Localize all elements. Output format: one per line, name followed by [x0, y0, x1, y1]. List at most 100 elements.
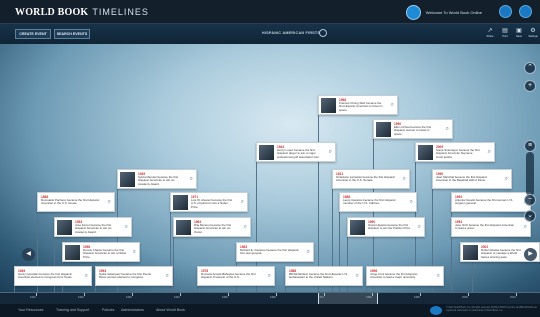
zoom-icon[interactable]: ⌕: [356, 273, 359, 279]
zoom-icon[interactable]: ⌕: [505, 176, 508, 182]
zoom-slider[interactable]: [526, 152, 534, 196]
scroll-down-button[interactable]: ⌄: [524, 210, 536, 222]
event-card[interactable]: 1888 Romualdo Pacheco became the first H…: [37, 192, 115, 212]
event-card[interactable]: 1990 Ellen Ochoa became the first Hispan…: [373, 119, 453, 139]
zoom-icon[interactable]: ⌕: [268, 273, 271, 279]
zoom-out-button[interactable]: −: [524, 194, 536, 206]
event-text: Nydia Velazquez became the first Puerto …: [99, 272, 152, 280]
zoom-icon[interactable]: ⌕: [244, 224, 247, 230]
share-label: Share: [486, 35, 494, 38]
axis-label: 1920: [78, 296, 84, 299]
settings-button[interactable]: ⚙ Settings: [526, 28, 540, 42]
zoom-icon[interactable]: ⌕: [85, 273, 88, 279]
event-thumbnail: [418, 145, 433, 160]
zoom-icon[interactable]: ⌕: [410, 199, 413, 205]
user-area[interactable]: Welcome To World Book Online: [405, 4, 482, 20]
scroll-up-button[interactable]: ⌃: [524, 62, 536, 74]
share-button[interactable]: ↗ Share: [483, 28, 497, 42]
zoom-icon[interactable]: ⌕: [488, 149, 491, 155]
zoom-icon[interactable]: ⌕: [437, 273, 440, 279]
zoom-icon[interactable]: ⌕: [524, 224, 527, 230]
create-event-button[interactable]: CREATE EVENT: [15, 29, 51, 39]
zoom-icon[interactable]: ⌕: [329, 149, 332, 155]
event-card[interactable]: 1958 Dennis Chavez became the first Hisp…: [62, 242, 140, 262]
event-text: Romualdo Pacheco became the first Hispan…: [41, 198, 100, 206]
edit-timeline-icon[interactable]: [319, 29, 327, 37]
zoom-icon[interactable]: ⌕: [391, 102, 394, 108]
zoom-icon[interactable]: ⌕: [166, 273, 169, 279]
axis-tick: [516, 293, 517, 296]
help-icon[interactable]: [499, 5, 512, 18]
save-button[interactable]: ▣ Save: [512, 28, 526, 42]
axis-label: 1950: [222, 296, 228, 299]
timeline-canvas[interactable]: 1968 Frances Chong Diaz became the first…: [0, 44, 540, 294]
event-card[interactable]: 1964 Rita Moreno became the first Hispan…: [173, 217, 251, 237]
event-card[interactable]: 1968 Frances Chong Diaz became the first…: [318, 95, 398, 115]
zoom-icon[interactable]: ⌕: [133, 249, 136, 255]
timeline-axis[interactable]: 1910 1920 1930 1940 1950 1960 1970 1980 …: [0, 292, 540, 304]
axis-tick: [84, 293, 85, 296]
event-card[interactable]: 1949 Henry Gonzalez became the first His…: [14, 266, 92, 286]
event-card[interactable]: 1988 Bill Richardson became the first Hi…: [285, 266, 363, 286]
zoom-icon[interactable]: ⌕: [403, 176, 406, 182]
event-text: Antonia Novello became the first woman U…: [455, 198, 514, 206]
account-icon[interactable]: [519, 5, 532, 18]
event-card[interactable]: 1990 Oscar Hijuelos became the first His…: [347, 217, 425, 237]
zoom-icon[interactable]: ⌕: [125, 224, 128, 230]
print-button[interactable]: ▤ Print: [498, 28, 512, 42]
axis-tick: [36, 293, 37, 296]
event-card[interactable]: 1921 Octaviano Larrazolo became the firs…: [332, 169, 410, 189]
event-text: Dennis Chavez became the first Hispanic …: [83, 248, 127, 259]
event-text: Bill Richardson became the first Hispani…: [289, 272, 348, 280]
copyright-text: © 2014 World Book, Inc. All rights reser…: [446, 307, 537, 312]
event-card[interactable]: 1953 Jose Ferrer became the first Hispan…: [54, 217, 132, 237]
zoom-icon[interactable]: ⌕: [307, 249, 310, 255]
event-card[interactable]: 1994 Jose Ortiz became the first Hispani…: [451, 217, 531, 237]
axis-tick: [420, 293, 421, 296]
footer-link-training[interactable]: Training and Support: [56, 308, 89, 312]
event-card[interactable]: 1983 Richard E. Cavazos became the first…: [236, 242, 314, 262]
axis-tick: [180, 293, 181, 296]
event-text: Frances Chong Diaz became the first Hisp…: [339, 101, 383, 112]
print-label: Print: [502, 35, 508, 38]
event-card[interactable]: 1943 Henry Lopez became the first Hispan…: [256, 142, 336, 162]
axis-label: 1930: [126, 296, 132, 299]
world-book-logo[interactable]: WORLD BOOK TIMELINES: [15, 6, 149, 18]
zoom-icon[interactable]: ⌕: [190, 176, 193, 182]
footer-link-about[interactable]: About World Book: [156, 308, 185, 312]
event-text: Henry Gonzalez became the first Hispanic…: [18, 272, 73, 280]
axis-label: 1910: [30, 296, 36, 299]
axis-label: 1960: [270, 296, 276, 299]
event-card[interactable]: 1988 Lauro Cavazos became the first Hisp…: [339, 192, 417, 212]
axis-label: 2010: [510, 296, 516, 299]
event-card[interactable]: 1993 Nydia Velazquez became the first Pu…: [95, 266, 173, 286]
print-icon: ▤: [502, 28, 508, 34]
event-card[interactable]: 2009 Sonia Sotomayor became the first Hi…: [415, 142, 495, 162]
product-name: TIMELINES: [92, 7, 149, 17]
event-text: Jose Ferrer became the first Hispanic Am…: [75, 223, 112, 234]
event-card[interactable]: 1971 Luis W. Alvarez became the first U.…: [170, 192, 248, 212]
top-bar: WORLD BOOK TIMELINES Welcome To World Bo…: [0, 0, 540, 24]
axis-tick: [276, 293, 277, 296]
footer-link-resources[interactable]: Your Resources: [18, 308, 43, 312]
zoom-in-button[interactable]: +: [524, 80, 536, 92]
zoom-icon[interactable]: ⌕: [108, 199, 111, 205]
event-card[interactable]: 1945 Sylvia Mendez became the first Hisp…: [117, 169, 197, 189]
event-card[interactable]: 1990 Juan Marichal became the first Hisp…: [432, 169, 512, 189]
footer-link-administrators[interactable]: Administrators: [121, 308, 144, 312]
scroll-left-button[interactable]: ◀: [22, 248, 35, 261]
zoom-handle[interactable]: ≡: [524, 140, 536, 152]
event-card[interactable]: 1996 Jorge Cruz became the first Hispani…: [366, 266, 444, 286]
gear-icon: ⚙: [530, 28, 536, 34]
footer-link-policies[interactable]: Policies: [102, 308, 114, 312]
axis-tick: [132, 293, 133, 296]
zoom-icon[interactable]: ⌕: [418, 224, 421, 230]
scroll-right-button[interactable]: ▶: [524, 248, 537, 261]
axis-label: 1980: [366, 296, 372, 299]
event-card[interactable]: 1978 Romana Acosta Bañuelos became the f…: [197, 266, 275, 286]
zoom-icon[interactable]: ⌕: [446, 126, 449, 132]
event-card[interactable]: 1992 Antonia Novello became the first wo…: [451, 192, 531, 212]
search-events-button[interactable]: SEARCH EVENTS: [54, 29, 90, 39]
event-thumbnail: [259, 145, 274, 160]
zoom-icon[interactable]: ⌕: [241, 199, 244, 205]
